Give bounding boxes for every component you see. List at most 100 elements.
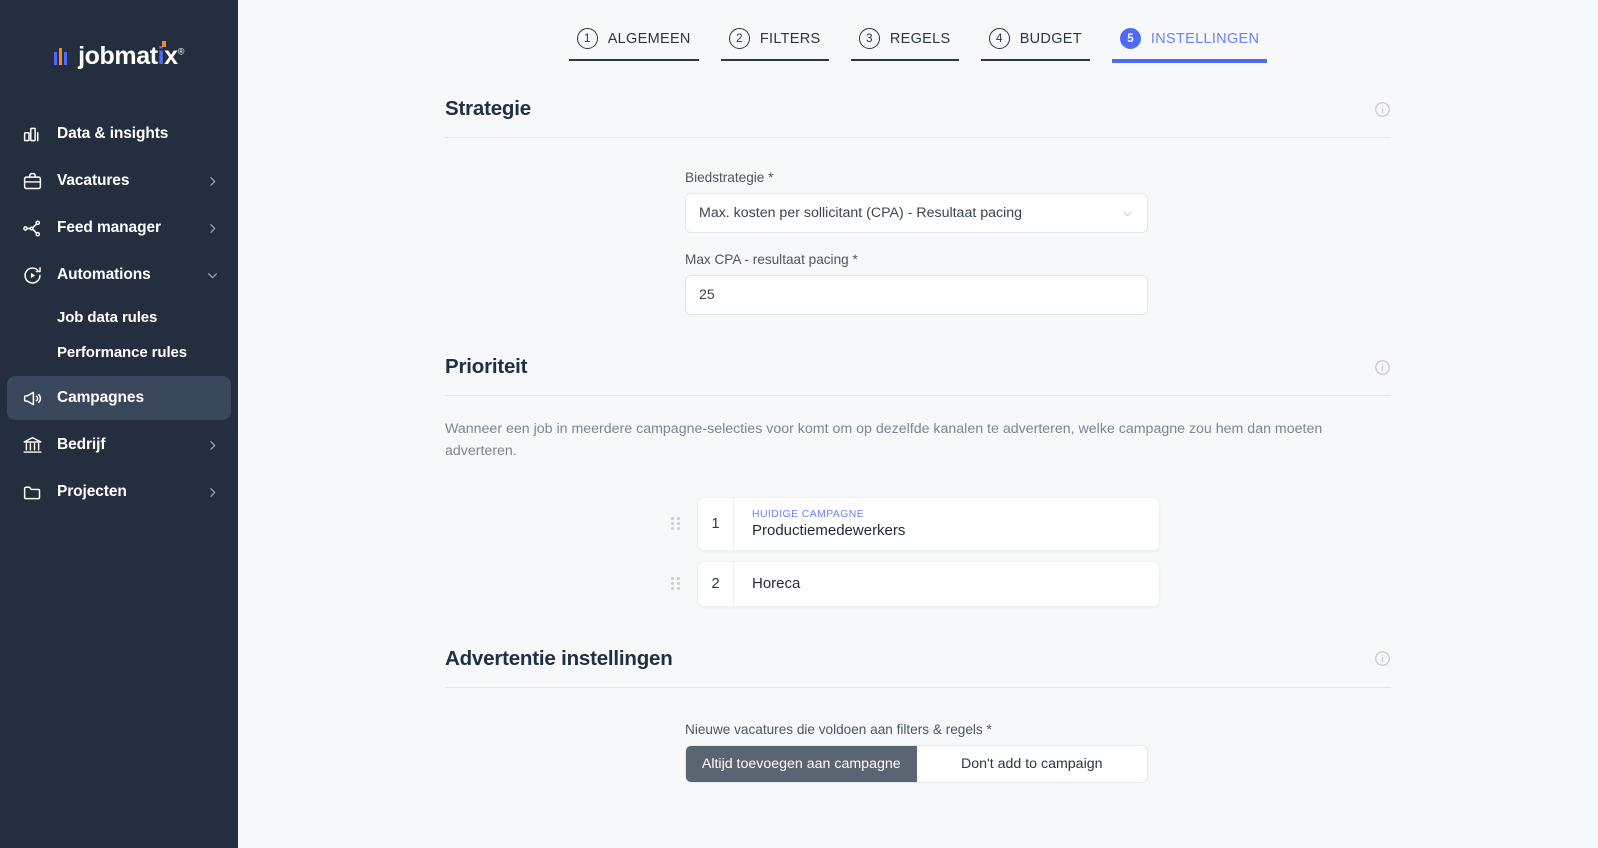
main-content: 1 ALGEMEEN 2 FILTERS 3 REGELS 4 BUDGET 5…: [238, 0, 1598, 848]
chevron-right-icon[interactable]: [205, 485, 219, 499]
section-header: Strategie: [445, 97, 1391, 138]
tab-algemeen[interactable]: 1 ALGEMEEN: [568, 28, 699, 61]
biedstrategie-label: Biedstrategie *: [685, 170, 774, 185]
new-jobs-segmented-control: Altijd toevoegen aan campagne Don't add …: [685, 744, 1148, 783]
tab-regels[interactable]: 3 REGELS: [850, 28, 959, 61]
tab-step-number: 5: [1119, 28, 1141, 49]
priority-body: HUIDIGE CAMPAGNE Productiemedewerkers: [734, 498, 1159, 550]
logo-bars-icon: [54, 47, 68, 65]
tab-label: REGELS: [889, 30, 951, 47]
drag-handle-icon[interactable]: [671, 517, 685, 531]
bar-chart-icon: [21, 123, 43, 145]
info-icon[interactable]: [1374, 359, 1391, 376]
sidebar-item-data-insights[interactable]: Data & insights: [7, 112, 231, 156]
app-logo[interactable]: jobmatix ®: [0, 0, 238, 112]
priority-body: Horeca: [734, 562, 1159, 606]
new-jobs-label: Nieuwe vacatures die voldoen aan filters…: [685, 721, 992, 737]
section-prioriteit: Prioriteit Wanneer een job in meerdere c…: [445, 355, 1391, 607]
folder-icon: [21, 481, 43, 503]
sidebar-subitem-label: Performance rules: [57, 344, 188, 361]
sidebar-item-bedrijf[interactable]: Bedrijf: [7, 423, 231, 467]
sidebar-item-label: Projecten: [57, 483, 127, 500]
chevron-right-icon[interactable]: [205, 221, 219, 235]
tab-filters[interactable]: 2 FILTERS: [720, 28, 829, 61]
sidebar-item-automations[interactable]: Automations: [7, 253, 231, 297]
sidebar-nav: Data & insights Vacatures Feed manager A…: [0, 112, 238, 514]
bank-icon: [21, 434, 43, 456]
tab-step-number: 2: [728, 28, 750, 49]
automation-refresh-play-icon: [21, 264, 43, 286]
section-header: Advertentie instellingen: [445, 647, 1391, 688]
tab-label: FILTERS: [759, 30, 821, 47]
list-item[interactable]: 2 Horeca: [671, 560, 1391, 607]
network-nodes-icon: [21, 217, 43, 239]
max-cpa-input[interactable]: 25: [685, 275, 1148, 315]
sidebar-item-label: Data & insights: [57, 125, 169, 142]
sidebar-item-projecten[interactable]: Projecten: [7, 470, 231, 514]
tab-underline: [850, 59, 959, 61]
megaphone-icon: [21, 387, 43, 409]
list-item[interactable]: 1 HUIDIGE CAMPAGNE Productiemedewerkers: [671, 496, 1391, 551]
segment-always-add[interactable]: Altijd toevoegen aan campagne: [686, 745, 917, 782]
tab-step-number: 3: [858, 28, 880, 49]
chevron-right-icon[interactable]: [205, 438, 219, 452]
sidebar-item-campagnes[interactable]: Campagnes: [7, 376, 231, 420]
sidebar-item-label: Vacatures: [57, 172, 130, 189]
info-icon[interactable]: [1374, 650, 1391, 667]
chevron-right-icon[interactable]: [205, 174, 219, 188]
sidebar-subitem-performance-rules[interactable]: Performance rules: [7, 335, 231, 370]
tab-label: BUDGET: [1019, 30, 1082, 47]
sidebar-item-vacatures[interactable]: Vacatures: [7, 159, 231, 203]
tab-underline: [980, 59, 1090, 61]
tab-underline: [568, 59, 699, 61]
wizard-tabs: 1 ALGEMEEN 2 FILTERS 3 REGELS 4 BUDGET 5…: [238, 0, 1598, 63]
strategie-fields: Biedstrategie * Max. kosten per sollicit…: [445, 138, 1391, 315]
sidebar: jobmatix ® Data & insights Vacatures Fee…: [0, 0, 238, 848]
priority-number: 2: [698, 561, 734, 606]
current-campaign-badge: HUIDIGE CAMPAGNE: [752, 508, 865, 520]
tab-underline: [1111, 59, 1268, 63]
tab-underline: [720, 59, 829, 61]
section-advertentie-instellingen: Advertentie instellingen Nieuwe vacature…: [445, 647, 1391, 783]
priority-campaign-name: Horeca: [752, 575, 801, 593]
section-title: Prioriteit: [445, 355, 528, 378]
advertentie-fields: Nieuwe vacatures die voldoen aan filters…: [445, 688, 1391, 783]
sidebar-item-label: Bedrijf: [57, 436, 106, 453]
drag-handle-icon[interactable]: [671, 577, 685, 591]
sidebar-subitem-job-data-rules[interactable]: Job data rules: [7, 300, 231, 335]
chevron-down-icon[interactable]: [205, 268, 219, 282]
sidebar-subitem-label: Job data rules: [57, 309, 158, 326]
tab-step-number: 4: [988, 28, 1010, 49]
briefcase-icon: [21, 170, 43, 192]
biedstrategie-value: Max. kosten per sollicitant (CPA) - Resu…: [699, 205, 1023, 221]
prioriteit-list: 1 HUIDIGE CAMPAGNE Productiemedewerkers …: [445, 463, 1391, 607]
section-title: Advertentie instellingen: [445, 646, 673, 670]
info-icon[interactable]: [1374, 101, 1391, 118]
sidebar-item-label: Campagnes: [57, 389, 144, 406]
sidebar-item-label: Feed manager: [57, 219, 161, 236]
section-header: Prioriteit: [445, 355, 1391, 396]
biedstrategie-select[interactable]: Max. kosten per sollicitant (CPA) - Resu…: [685, 193, 1148, 233]
section-title: Strategie: [445, 97, 531, 120]
prioriteit-description: Wanneer een job in meerdere campagne-sel…: [445, 421, 1323, 460]
segment-dont-add[interactable]: Don't add to campaign: [916, 745, 1147, 782]
tab-instellingen[interactable]: 5 INSTELLINGEN: [1111, 28, 1268, 63]
logo-i-dot: [161, 40, 166, 47]
sidebar-item-feed-manager[interactable]: Feed manager: [7, 206, 231, 250]
section-strategie: Strategie Biedstrategie * Max. kosten pe…: [445, 97, 1391, 315]
sidebar-item-label: Automations: [57, 266, 151, 283]
logo-wordmark: jobmatix ®: [78, 40, 185, 71]
logo-registered: ®: [177, 46, 185, 57]
priority-card[interactable]: 2 Horeca: [697, 560, 1160, 607]
max-cpa-value: 25: [699, 287, 715, 303]
max-cpa-label: Max CPA - resultaat pacing *: [685, 252, 858, 267]
tab-budget[interactable]: 4 BUDGET: [980, 28, 1090, 61]
tab-step-number: 1: [576, 28, 598, 49]
chevron-down-icon: [1121, 207, 1134, 220]
priority-campaign-name: Productiemedewerkers: [752, 521, 906, 539]
tab-label: ALGEMEEN: [607, 30, 691, 47]
priority-number: 1: [698, 497, 734, 550]
settings-content: Strategie Biedstrategie * Max. kosten pe…: [445, 63, 1391, 783]
priority-card[interactable]: 1 HUIDIGE CAMPAGNE Productiemedewerkers: [697, 496, 1160, 551]
tab-label: INSTELLINGEN: [1150, 30, 1260, 47]
